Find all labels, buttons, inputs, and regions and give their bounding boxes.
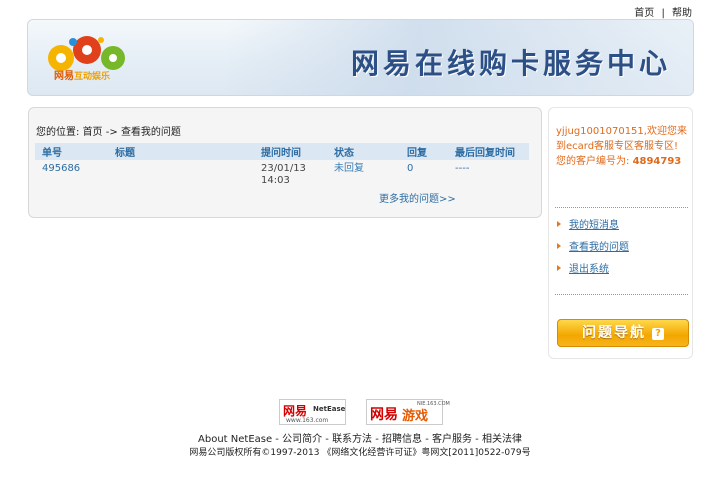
row-replies: 0 [407,163,414,174]
col-last-reply: 最后回复时间 [448,143,529,160]
row-id[interactable]: 495686 [35,160,108,187]
games-logo-game: 游戏 [402,409,429,424]
footer-link-legal[interactable]: 相关法律 [482,434,522,445]
row-status: 未回复 [334,163,364,174]
footer-link-about[interactable]: About NetEase [198,434,272,445]
row-title[interactable] [108,160,254,187]
question-guide-button[interactable]: 问题导航? [557,319,689,347]
footer-links: About NetEase - 公司简介 - 联系方法 - 招聘信息 - 客户服… [0,430,720,445]
question-mark-icon: ? [652,328,664,340]
logo-sub: 互动娱乐 [74,72,111,82]
main-panel: 您的位置: 首页 -> 查看我的问题 单号 标题 提问时间 状态 回复 最后回复… [28,107,542,218]
footer-separator: - [322,434,333,445]
col-status: 状态 [327,143,400,160]
games-logo-cn: 网易 [370,407,398,423]
home-link[interactable]: 首页 [634,8,654,19]
sidebar-links: 我的短消息 查看我的问题 退出系统 [557,216,629,282]
username: yjjug1001070151 [556,126,644,137]
triangle-right-icon [557,264,561,271]
breadcrumb-arrow: -> [105,127,118,138]
copyright: 网易公司版权所有©1997-2013 《网络文化经营许可证》粤网文[2011]0… [189,448,531,458]
more-questions-link[interactable]: 更多我的问题>> [379,190,456,205]
netease-games-logo[interactable]: 网易 游戏 NIE.163.COM [366,399,450,425]
table-row[interactable]: 495686 23/01/13 14:03 未回复 0 ---- [35,160,529,187]
footer-logos: 网易 NetEase www.163.com 网易 游戏 NIE.163.COM [279,399,450,425]
row-date: 23/01/13 [261,163,306,174]
footer-link-service[interactable]: 客户服务 [432,434,472,445]
table-header-row: 单号 标题 提问时间 状态 回复 最后回复时间 [35,143,529,160]
col-title: 标题 [108,143,254,160]
top-links: 首页 | 帮助 [634,4,692,19]
footer-separator: - [272,434,283,445]
guide-button-label: 问题导航 [582,325,646,341]
footer-separator: - [422,434,432,445]
sidebar-item-logout[interactable]: 退出系统 [557,260,629,282]
help-link[interactable]: 帮助 [672,8,692,19]
col-id: 单号 [35,143,108,160]
banner: 网易互动娱乐 网易在线购卡服务中心 [27,19,694,96]
row-time: 14:03 [261,175,290,186]
sidebar-item-label: 退出系统 [569,264,609,275]
sidebar-item-label: 查看我的问题 [569,242,629,253]
col-replies: 回复 [400,143,448,160]
netease-logo[interactable]: 网易 NetEase www.163.com [279,399,346,425]
netease-logo-url: www.163.com [286,417,329,424]
sidebar-item-my-questions[interactable]: 查看我的问题 [557,238,629,260]
sidebar-item-label: 我的短消息 [569,220,619,231]
questions-table: 单号 标题 提问时间 状态 回复 最后回复时间 495686 23/01/13 … [35,143,529,187]
netease-logo-en: NetEase [313,405,346,413]
triangle-right-icon [557,242,561,249]
breadcrumb: 您的位置: 首页 -> 查看我的问题 [36,123,181,138]
gear-logo-icon [48,36,125,71]
breadcrumb-prefix: 您的位置: [36,127,80,138]
logo-text: 网易互动娱乐 [54,67,110,82]
footer-link-company[interactable]: 公司简介 [282,434,322,445]
triangle-right-icon [557,220,561,227]
sidebar-item-messages[interactable]: 我的短消息 [557,216,629,238]
top-separator: | [661,8,665,19]
welcome-message: yjjug1001070151,欢迎您来到ecard客服专区客服专区! 您的客户… [556,124,691,169]
breadcrumb-home[interactable]: 首页 [83,127,103,138]
divider-top [555,207,688,208]
breadcrumb-current: 查看我的问题 [120,127,181,138]
footer-link-jobs[interactable]: 招聘信息 [382,434,422,445]
customer-number: 4894793 [632,156,682,167]
divider-bottom [555,294,688,295]
row-ask-time: 23/01/13 14:03 [254,160,327,187]
footer-separator: - [472,434,482,445]
customer-label: 您的客户编号为: [556,156,630,167]
sidebar: yjjug1001070151,欢迎您来到ecard客服专区客服专区! 您的客户… [548,107,693,359]
games-logo-url: NIE.163.COM [417,401,450,407]
col-ask-time: 提问时间 [254,143,327,160]
footer-link-contact[interactable]: 联系方法 [332,434,372,445]
row-last-reply: ---- [455,163,470,174]
logo-cn: 网易 [54,71,74,82]
page-title: 网易在线购卡服务中心 [350,47,671,80]
footer-separator: - [372,434,383,445]
